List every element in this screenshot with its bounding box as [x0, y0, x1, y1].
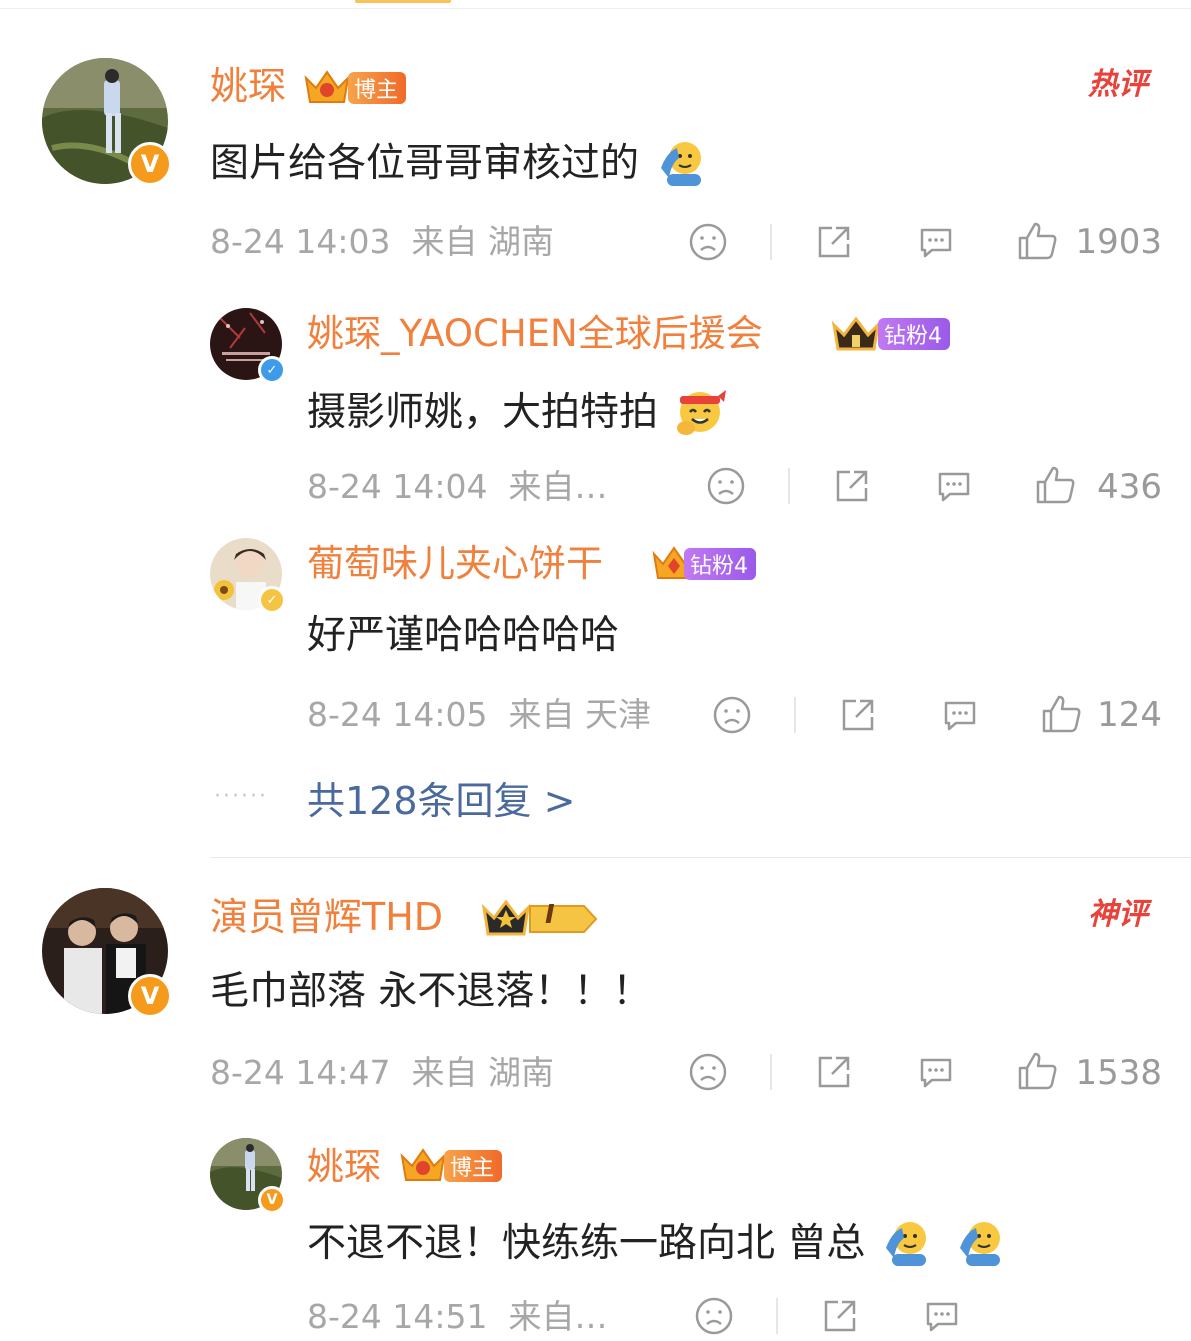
comment-username[interactable]: 演员曾辉THD	[210, 898, 443, 936]
dislike-button[interactable]	[688, 222, 728, 266]
headband-salute-emoji-icon	[674, 386, 727, 443]
share-icon	[842, 699, 874, 731]
share-button[interactable]	[820, 1296, 860, 1340]
like-count: 436	[1097, 467, 1162, 507]
comment-icon	[926, 1302, 958, 1332]
god-comment-label: 神评	[1088, 897, 1148, 932]
comment-divider	[210, 857, 1191, 858]
sad-face-icon	[695, 1297, 733, 1335]
v-verified-icon: V	[258, 1186, 286, 1214]
thumbs-up-icon	[1042, 695, 1081, 733]
reply-button[interactable]	[922, 1296, 962, 1340]
like-count: 1538	[1075, 1053, 1162, 1093]
share-button[interactable]	[814, 222, 854, 266]
reply-button[interactable]	[916, 1052, 956, 1096]
fan-level-badge: 钻粉4	[684, 548, 756, 580]
dislike-button[interactable]	[706, 466, 746, 510]
reply-username[interactable]: 姚琛	[307, 1148, 381, 1185]
action-separator	[794, 697, 796, 733]
salute-emoji-icon	[657, 138, 705, 193]
comment-username[interactable]: 姚琛	[210, 67, 286, 105]
view-more-replies-link[interactable]: 共128条回复 >	[307, 782, 575, 820]
action-separator	[788, 468, 790, 504]
sad-face-icon	[713, 696, 751, 734]
reply-text: 不退不退！快练练一路向北 曾总	[307, 1218, 1004, 1273]
reply-button[interactable]	[934, 466, 974, 510]
sad-face-icon	[707, 467, 745, 505]
dislike-button[interactable]	[694, 1296, 734, 1340]
sad-face-icon	[689, 223, 727, 261]
salute-emoji-icon	[956, 1218, 1004, 1273]
like-count: 124	[1097, 695, 1162, 735]
like-button[interactable]	[1034, 464, 1076, 510]
comment-icon	[920, 228, 952, 258]
crown-icon	[398, 1146, 448, 1190]
level-badge: I	[545, 900, 555, 930]
comment-text: 毛巾部落 永不退落！！！	[210, 969, 652, 1014]
v-verified-icon: V	[128, 142, 172, 186]
sad-face-icon	[689, 1053, 727, 1091]
host-badge: 博主	[348, 72, 407, 104]
comment-icon	[920, 1058, 952, 1088]
share-button[interactable]	[838, 695, 878, 739]
reply-username[interactable]: 姚琛_YAOCHEN全球后援会	[307, 315, 763, 352]
thumbs-up-icon	[1018, 1052, 1057, 1090]
share-button[interactable]	[832, 466, 872, 510]
thumbs-up-icon	[1018, 222, 1057, 260]
like-count: 1903	[1075, 222, 1162, 262]
like-button[interactable]	[1016, 220, 1058, 266]
reply-time: 8-24 14:05 来自 天津	[307, 695, 651, 734]
crown-icon	[302, 68, 352, 112]
reply-time: 8-24 14:04 来自…	[307, 467, 608, 506]
comment-text: 图片给各位哥哥审核过的	[210, 138, 705, 193]
share-icon	[824, 1300, 856, 1332]
fan-level-badge: 钻粉4	[878, 318, 950, 350]
v-verified-icon: ✓	[258, 356, 286, 384]
comment-icon	[938, 472, 970, 502]
comment-time: 8-24 14:47 来自 湖南	[210, 1053, 554, 1092]
dislike-button[interactable]	[712, 695, 752, 739]
share-button[interactable]	[814, 1052, 854, 1096]
salute-emoji-icon	[882, 1218, 930, 1273]
top-divider	[0, 8, 1191, 9]
share-icon	[818, 1056, 850, 1088]
crown-icon	[830, 315, 882, 359]
reply-button[interactable]	[916, 222, 956, 266]
reply-button[interactable]	[940, 695, 980, 739]
reply-text: 摄影师姚，大拍特拍	[307, 386, 727, 443]
dislike-button[interactable]	[688, 1052, 728, 1096]
action-separator	[770, 224, 772, 260]
thumbs-up-icon	[1036, 466, 1075, 504]
action-separator	[770, 1054, 772, 1090]
like-button[interactable]	[1040, 693, 1082, 739]
comment-icon	[944, 701, 976, 731]
reply-time: 8-24 14:51 来自…	[307, 1297, 608, 1336]
host-badge: 博主	[444, 1150, 503, 1182]
ellipsis-icon: ······	[214, 784, 268, 809]
share-icon	[818, 226, 850, 258]
crown-icon	[480, 898, 600, 944]
tab-indicator	[355, 0, 451, 3]
like-button[interactable]	[1016, 1050, 1058, 1096]
v-verified-icon: V	[128, 974, 172, 1018]
v-verified-icon: ✓	[258, 586, 286, 614]
action-separator	[776, 1298, 778, 1334]
reply-text: 好严谨哈哈哈哈哈	[307, 613, 620, 658]
hot-comment-label: 热评	[1088, 67, 1148, 102]
share-icon	[836, 470, 868, 502]
reply-username[interactable]: 葡萄味儿夹心饼干	[307, 545, 603, 582]
comment-time: 8-24 14:03 来自 湖南	[210, 222, 554, 261]
